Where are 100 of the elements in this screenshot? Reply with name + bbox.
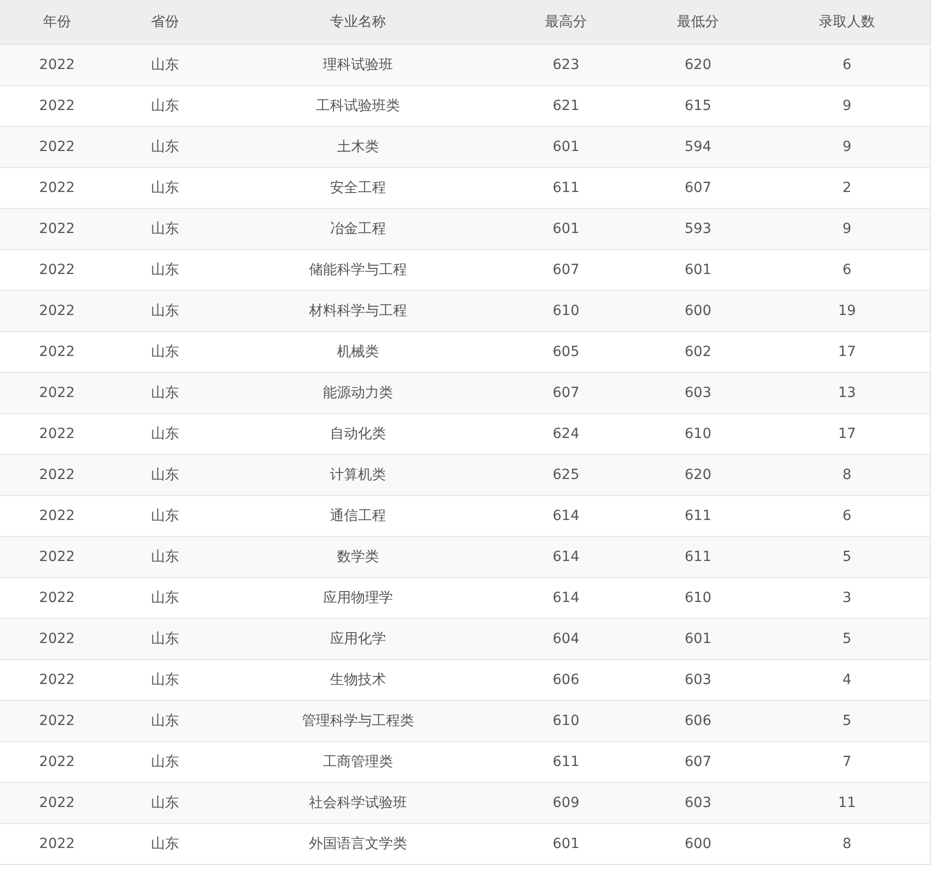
table-cell-text: 2022 xyxy=(38,590,76,606)
table-cell-text: 602 xyxy=(684,344,712,360)
table-cell-text: 山东 xyxy=(150,507,180,525)
table-cell-text: 2022 xyxy=(38,672,76,688)
table-cell-text: 607 xyxy=(552,262,580,278)
table-cell-text: 603 xyxy=(684,795,712,811)
table-cell-text: 山东 xyxy=(150,343,180,361)
table-cell-text: 储能科学与工程 xyxy=(308,261,408,279)
table-cell-text: 11 xyxy=(837,795,857,811)
table-cell-text: 2022 xyxy=(38,549,76,565)
table-cell-text: 山东 xyxy=(150,425,180,443)
table-cell-text: 山东 xyxy=(150,794,180,812)
table-cell-text: 607 xyxy=(552,385,580,401)
table-cell-text: 601 xyxy=(552,139,580,155)
table-cell-text: 17 xyxy=(837,426,857,442)
table-cell-text: 8 xyxy=(842,836,852,852)
table-cell-text: 山东 xyxy=(150,671,180,689)
table-cell-text: 山东 xyxy=(150,384,180,402)
table-cell-text: 2022 xyxy=(38,795,76,811)
column-header: 专业名称 xyxy=(329,13,387,31)
table-cell-text: 山东 xyxy=(150,302,180,320)
table-cell-text: 2022 xyxy=(38,836,76,852)
table-cell-text: 山东 xyxy=(150,589,180,607)
table-cell-text: 5 xyxy=(842,631,852,647)
table-cell-text: 605 xyxy=(552,344,580,360)
table-cell-text: 2022 xyxy=(38,303,76,319)
table-cell-text: 607 xyxy=(684,754,712,770)
table-cell-text: 2022 xyxy=(38,262,76,278)
table-cell-text: 山东 xyxy=(150,548,180,566)
table-cell-text: 社会科学试验班 xyxy=(308,794,408,812)
table-cell-text: 603 xyxy=(684,385,712,401)
table-cell-text: 2022 xyxy=(38,508,76,524)
table-cell-text: 624 xyxy=(552,426,580,442)
table-cell-text: 应用化学 xyxy=(329,630,387,648)
table-cell-text: 6 xyxy=(842,262,852,278)
table-cell-text: 2022 xyxy=(38,180,76,196)
table-cell-text: 生物技术 xyxy=(329,671,387,689)
table-cell-text: 自动化类 xyxy=(329,425,387,443)
table-cell-text: 2022 xyxy=(38,467,76,483)
table-cell-text: 9 xyxy=(842,98,852,114)
table-cell-text: 625 xyxy=(552,467,580,483)
table-cell-text: 山东 xyxy=(150,712,180,730)
table-cell-text: 山东 xyxy=(150,466,180,484)
table-cell-text: 601 xyxy=(552,221,580,237)
table-cell-text: 614 xyxy=(552,590,580,606)
column-header: 最高分 xyxy=(544,13,588,31)
table-cell-text: 601 xyxy=(684,262,712,278)
table-cell-text: 606 xyxy=(684,713,712,729)
table-cell-text: 4 xyxy=(842,672,852,688)
table-cell-text: 611 xyxy=(552,754,580,770)
table-cell-text: 管理科学与工程类 xyxy=(301,712,415,730)
column-header: 年份 xyxy=(42,13,72,31)
table-cell-text: 17 xyxy=(837,344,857,360)
table-cell-text: 能源动力类 xyxy=(322,384,394,402)
table-cell-text: 610 xyxy=(684,590,712,606)
table-cell-text: 通信工程 xyxy=(329,507,387,525)
table-cell-text: 2022 xyxy=(38,57,76,73)
table-cell-text: 2022 xyxy=(38,713,76,729)
table-cell-text: 606 xyxy=(552,672,580,688)
table-cell-text: 理科试验班 xyxy=(322,56,394,74)
table-cell-text: 6 xyxy=(842,57,852,73)
table-cell-text: 山东 xyxy=(150,835,180,853)
table-cell-text: 6 xyxy=(842,508,852,524)
table-cell-text: 611 xyxy=(684,549,712,565)
table-cell-text: 2022 xyxy=(38,98,76,114)
table-cell-text: 2022 xyxy=(38,754,76,770)
table-cell-text: 山东 xyxy=(150,753,180,771)
table-cell-text: 614 xyxy=(552,549,580,565)
table-cell-text: 611 xyxy=(684,508,712,524)
table-cell-text: 607 xyxy=(684,180,712,196)
table-cell-text: 2022 xyxy=(38,221,76,237)
table-cell-text: 山东 xyxy=(150,179,180,197)
table-cell-text: 山东 xyxy=(150,97,180,115)
table-cell-text: 2022 xyxy=(38,344,76,360)
table-cell-text: 土木类 xyxy=(336,138,380,156)
table-cell-text: 600 xyxy=(684,303,712,319)
column-header: 最低分 xyxy=(676,13,720,31)
table-cell-text: 5 xyxy=(842,713,852,729)
table-cell-text: 615 xyxy=(684,98,712,114)
column-header: 录取人数 xyxy=(818,13,876,31)
table-cell-text: 611 xyxy=(552,180,580,196)
table-cell-text: 620 xyxy=(684,57,712,73)
table-cell-text: 2022 xyxy=(38,426,76,442)
table-cell-text: 610 xyxy=(552,713,580,729)
table-cell-text: 603 xyxy=(684,672,712,688)
table-cell-text: 冶金工程 xyxy=(329,220,387,238)
table-cell-text: 机械类 xyxy=(336,343,380,361)
table-cell-text: 外国语言文学类 xyxy=(308,835,408,853)
table-cell-text: 621 xyxy=(552,98,580,114)
table-cell-text: 8 xyxy=(842,467,852,483)
table-cell-text: 2022 xyxy=(38,385,76,401)
table-cell-text: 9 xyxy=(842,221,852,237)
table-cell-text: 614 xyxy=(552,508,580,524)
table-cell-text: 13 xyxy=(837,385,857,401)
table-cell-text: 7 xyxy=(842,754,852,770)
table-cell-text: 3 xyxy=(842,590,852,606)
table-cell-text: 2022 xyxy=(38,631,76,647)
table-cell-text: 山东 xyxy=(150,138,180,156)
table-cell-text: 604 xyxy=(552,631,580,647)
table-cell-text: 610 xyxy=(552,303,580,319)
